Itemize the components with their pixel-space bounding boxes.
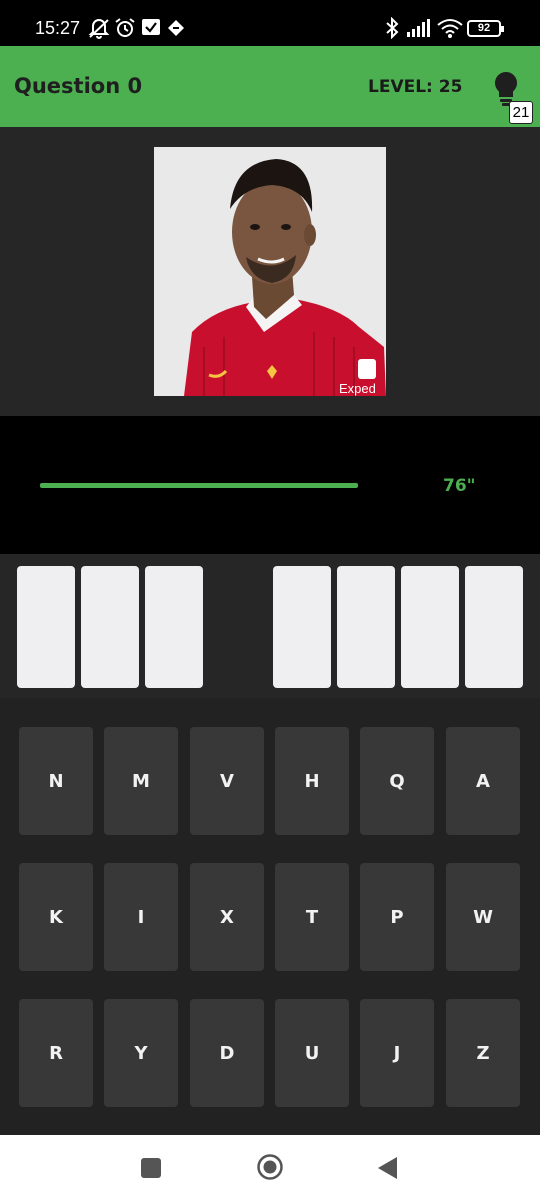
data-saver-icon [168, 20, 184, 36]
letter-key-w[interactable]: W [446, 863, 520, 971]
player-photo: Exped [154, 147, 386, 396]
timer-area: 76" [0, 416, 540, 554]
back-triangle-icon [378, 1157, 397, 1179]
checkbox-notification-icon [142, 19, 160, 35]
battery-icon: 92 [467, 20, 504, 37]
answer-slot[interactable] [337, 566, 395, 688]
letter-keyboard: NMVHQA KIXTPW RYDUJZ [0, 698, 540, 1135]
svg-text:Exped: Exped [339, 381, 376, 396]
recents-square-icon [141, 1158, 161, 1178]
timer-text: 76" [443, 476, 476, 496]
letter-key-k[interactable]: K [19, 863, 93, 971]
status-time: 15:27 [35, 18, 81, 38]
answer-slot[interactable] [17, 566, 75, 688]
hint-count-badge: 21 [509, 101, 533, 124]
level-label: LEVEL: 25 [368, 77, 463, 97]
navigation-bar [0, 1135, 540, 1200]
letter-key-i[interactable]: I [104, 863, 178, 971]
letter-key-z[interactable]: Z [446, 999, 520, 1107]
letter-key-h[interactable]: H [275, 727, 349, 835]
recents-button[interactable] [140, 1157, 162, 1179]
letter-key-u[interactable]: U [275, 999, 349, 1107]
home-button[interactable] [256, 1153, 284, 1181]
answer-slot[interactable] [401, 566, 459, 688]
letter-key-y[interactable]: Y [104, 999, 178, 1107]
timer-progress-bar [40, 483, 358, 488]
bluetooth-icon [386, 17, 399, 39]
question-label: Question 0 [14, 74, 143, 98]
letter-key-v[interactable]: V [190, 727, 264, 835]
screen: 15:27 92 Question 0 LEVEL: 25 21 Exped 7… [0, 0, 540, 1200]
muted-notifications-icon [88, 19, 110, 39]
photo-area: Exped [0, 127, 540, 416]
letter-key-q[interactable]: Q [360, 727, 434, 835]
status-bar: 15:27 92 [0, 0, 540, 46]
home-circle-icon [257, 1154, 283, 1180]
answer-slot[interactable] [145, 566, 203, 688]
answer-slot[interactable] [273, 566, 331, 688]
letter-key-a[interactable]: A [446, 727, 520, 835]
app-header: Question 0 LEVEL: 25 21 [0, 46, 540, 127]
letter-key-j[interactable]: J [360, 999, 434, 1107]
letter-key-t[interactable]: T [275, 863, 349, 971]
letter-key-d[interactable]: D [190, 999, 264, 1107]
letter-key-m[interactable]: M [104, 727, 178, 835]
letter-key-x[interactable]: X [190, 863, 264, 971]
letter-key-p[interactable]: P [360, 863, 434, 971]
alarm-icon [115, 18, 135, 37]
signal-icon [407, 19, 430, 37]
letter-key-r[interactable]: R [19, 999, 93, 1107]
battery-level: 92 [477, 22, 491, 34]
player-illustration: Exped [154, 147, 386, 396]
wifi-icon [437, 19, 463, 38]
back-button[interactable] [377, 1156, 399, 1180]
answer-slot[interactable] [81, 566, 139, 688]
answer-slot[interactable] [465, 566, 523, 688]
answer-area [0, 554, 540, 698]
letter-key-n[interactable]: N [19, 727, 93, 835]
